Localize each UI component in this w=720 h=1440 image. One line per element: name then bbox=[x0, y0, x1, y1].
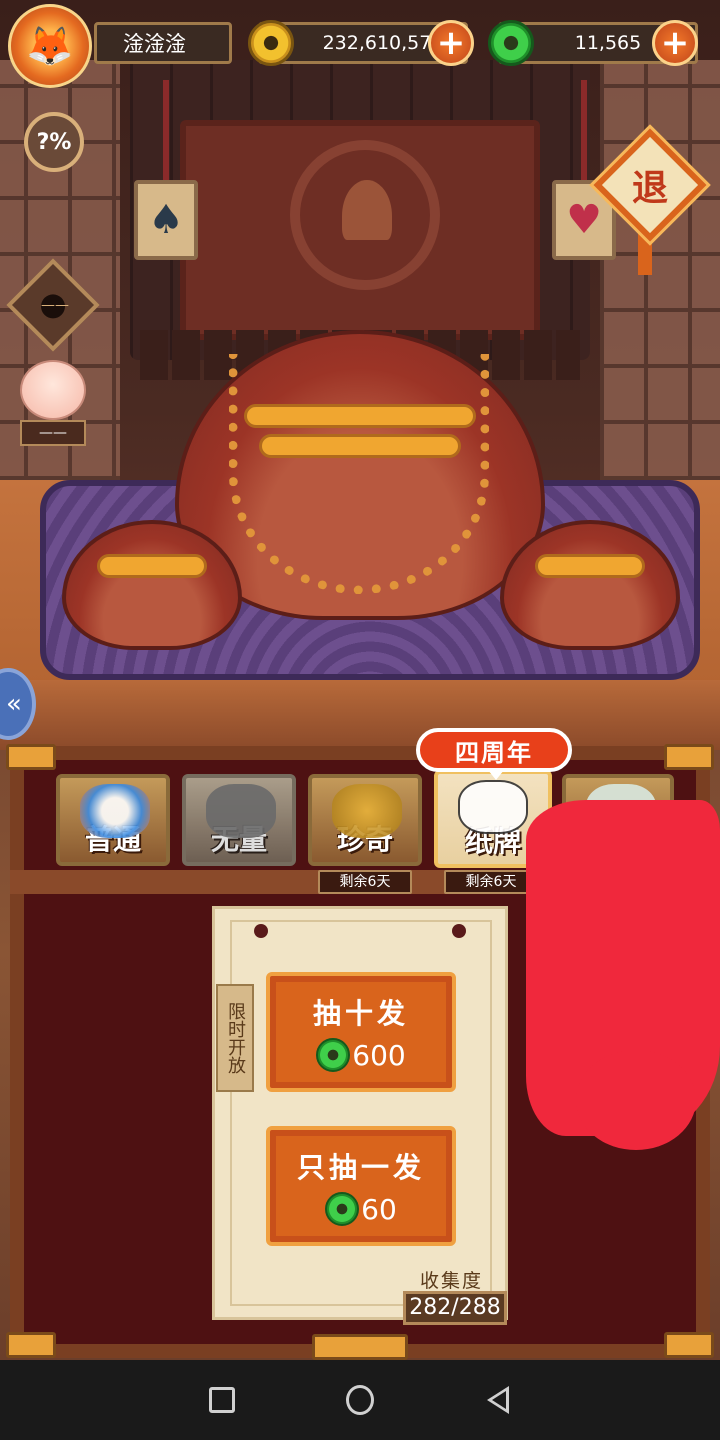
add-jade-button[interactable]: + bbox=[652, 20, 698, 66]
tab-normal[interactable]: 普通 bbox=[56, 774, 170, 866]
recents-icon bbox=[209, 1387, 235, 1413]
spade-emblem-icon bbox=[290, 140, 440, 290]
collection-label: 收集度 bbox=[420, 1270, 484, 1292]
exit-label: 退 bbox=[631, 168, 668, 209]
playing-cards-icon bbox=[458, 780, 528, 834]
golden-mask-icon bbox=[332, 784, 402, 838]
remaining-days: 剩余6天 bbox=[318, 870, 412, 894]
red-redaction-scribble bbox=[526, 800, 720, 1150]
mouse-icon bbox=[80, 784, 150, 838]
hanging-string bbox=[581, 80, 587, 180]
draw-one-button[interactable]: 只抽一发 60 bbox=[266, 1126, 456, 1246]
jade-coin-icon bbox=[325, 1192, 360, 1226]
tab-wuliang[interactable]: 无量 bbox=[182, 774, 296, 866]
fox-avatar-icon[interactable]: 🦊 bbox=[8, 4, 92, 88]
gold-coin-icon bbox=[248, 20, 294, 66]
draw-one-cost: 60 bbox=[361, 1192, 397, 1226]
back-icon bbox=[487, 1386, 509, 1414]
jade-coin-icon bbox=[316, 1038, 351, 1072]
home-icon bbox=[346, 1385, 374, 1415]
panel-clasp bbox=[312, 1334, 408, 1360]
draw-ten-cost-row: 600 bbox=[316, 1038, 406, 1072]
android-nav-bar bbox=[0, 1360, 720, 1440]
add-gold-button[interactable]: + bbox=[428, 20, 474, 66]
panel-corner bbox=[664, 1332, 714, 1358]
home-button[interactable] bbox=[346, 1385, 374, 1415]
player-name: 淦淦淦 bbox=[123, 32, 186, 56]
panel-corner bbox=[664, 744, 714, 770]
draw-one-label: 只抽一发 bbox=[296, 1151, 425, 1184]
panel-corner bbox=[6, 1332, 56, 1358]
recents-button[interactable] bbox=[208, 1386, 236, 1414]
collection-value: 282/288 bbox=[403, 1291, 507, 1325]
pet-avatar[interactable] bbox=[20, 360, 86, 420]
jade-amount: 11,565 bbox=[574, 32, 642, 54]
scroll-pin bbox=[254, 924, 268, 938]
back-button[interactable] bbox=[484, 1386, 512, 1414]
panel-corner bbox=[6, 744, 56, 770]
chat-label: —— bbox=[41, 294, 69, 319]
pet-label: —— bbox=[20, 420, 86, 446]
ox-icon bbox=[206, 784, 276, 838]
jade-coin-icon bbox=[488, 20, 534, 66]
frog-lip bbox=[534, 554, 646, 578]
spade-card-icon: ♠ bbox=[134, 180, 198, 260]
player-name-plate: 淦淦淦 bbox=[94, 22, 232, 64]
shoji-screen-right bbox=[600, 60, 720, 480]
draw-ten-label: 抽十发 bbox=[312, 997, 409, 1030]
hanging-string bbox=[163, 80, 169, 180]
remaining-days: 剩余6天 bbox=[444, 870, 538, 894]
draw-ten-button[interactable]: 抽十发 600 bbox=[266, 972, 456, 1092]
frog-lip bbox=[96, 554, 208, 578]
prayer-beads bbox=[229, 354, 489, 594]
tab-zhenqi[interactable]: 珍奇 bbox=[308, 774, 422, 866]
draw-one-cost-row: 60 bbox=[325, 1192, 397, 1226]
anniversary-badge: 四周年 bbox=[416, 728, 572, 780]
odds-button[interactable]: ?% bbox=[24, 112, 84, 172]
gold-amount: 232,610,574 bbox=[322, 32, 444, 54]
draw-ten-cost: 600 bbox=[352, 1038, 406, 1072]
stage-front bbox=[0, 680, 720, 750]
game-scene: ♠ ♥ 退 ?% —— —— « 淦淦淦 🦊 232,610,574 + 11,… bbox=[0, 0, 720, 1360]
scroll-pin bbox=[452, 924, 466, 938]
top-bar: 淦淦淦 🦊 232,610,574 + 11,565 + bbox=[0, 0, 720, 88]
limited-time-tag: 限时开放 bbox=[216, 984, 254, 1092]
